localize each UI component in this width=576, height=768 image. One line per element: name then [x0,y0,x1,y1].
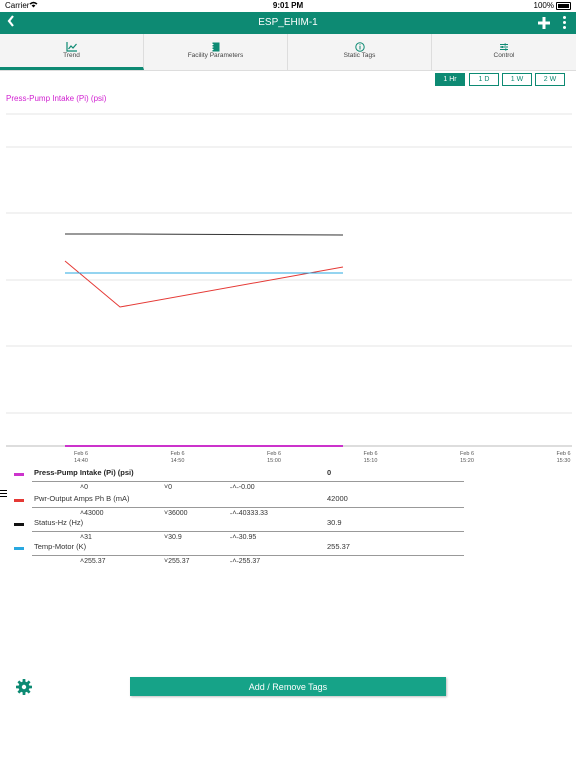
range-2w-button[interactable]: 2 W [535,73,565,86]
min-value: 255.37 [168,558,190,565]
min-value: 0 [168,484,172,491]
series-line [65,233,344,236]
tab-trend[interactable]: Trend [0,34,144,70]
x-tick-date: Feb 6 [74,451,88,457]
min-stat: ˅30.9 [164,534,182,541]
series-swatch [14,547,24,550]
max-value: 255.37 [84,558,106,565]
avg-stat: ˗˄˗30.95 [230,534,256,541]
status-bar: Carrier 9:01 PM 100% [0,0,576,12]
clock: 9:01 PM [272,1,304,10]
line-chart-icon [65,39,78,52]
avg-value: 30.95 [238,534,257,541]
x-tick-time: 15:30 [557,458,571,464]
row-divider [32,507,464,508]
info-icon [354,39,366,52]
max-stat: ˄0 [80,484,88,491]
pulse-icon: ˗˄˗ [230,534,239,541]
x-tick-date: Feb 6 [556,451,570,457]
pulse-icon: ˗˄˗ [230,558,239,565]
kebab-icon[interactable] [563,16,567,31]
x-tick-date: Feb 6 [460,451,474,457]
max-stat: ˄31 [80,534,92,541]
avg-value: -0.00 [238,484,255,491]
tab-static-tags[interactable]: Static Tags [288,34,432,70]
pulse-icon: ˗˄˗ [230,484,239,491]
min-stat: ˅36000 [164,510,188,517]
series-swatch [14,473,24,476]
range-1w-button[interactable]: 1 W [502,73,532,86]
max-value: 31 [84,534,92,541]
min-value: 30.9 [168,534,182,541]
notebook-icon [210,39,222,52]
max-stat: ˄255.37 [80,558,106,565]
series-swatch [14,523,24,526]
avg-stat: ˗˄˗255.37 [230,558,260,565]
tab-control[interactable]: Control [432,34,576,70]
min-stat: ˅0 [164,484,172,491]
max-value: 0 [84,484,88,491]
x-tick-time: 15:20 [460,458,474,464]
legend-row[interactable]: Temp-Motor (K) 255.37 ˄255.37 ˅255.37 ˗˄˗255… [14,542,464,568]
series-current-value: 30.9 [327,518,342,527]
tab-label: Control [493,52,515,59]
x-tick-time: 15:00 [267,458,281,464]
avg-stat: ˗˄˗-0.00 [230,484,255,491]
series-name: Press-Pump Intake (Pi) (psi) [34,468,134,477]
series-current-value: 0 [327,468,332,477]
series-current-value: 42000 [327,494,348,503]
trend-chart[interactable]: Feb 614:40Feb 614:50Feb 615:00Feb 615:10… [0,100,576,468]
pulse-icon: ˗˄˗ [230,510,239,517]
range-1hr-button[interactable]: 1 Hr [435,73,465,86]
tab-label: Facility Parameters [187,52,244,59]
avg-value: 255.37 [238,558,261,565]
max-value: 43000 [84,510,104,517]
x-tick-time: 14:50 [171,458,185,464]
tab-bar: Trend Facility Parameters Static Tags Co… [0,34,576,71]
avg-value: 40333.33 [238,510,268,517]
page-title: ESP_EHIM-1 [258,17,318,28]
min-value: 36000 [168,510,188,517]
series-name: Temp-Motor (K) [34,542,87,551]
x-tick-time: 14:40 [74,458,88,464]
min-stat: ˅255.37 [164,558,190,565]
x-tick-date: Feb 6 [170,451,184,457]
tab-facility-parameters[interactable]: Facility Parameters [144,34,288,70]
add-remove-tags-button[interactable]: Add / Remove Tags [130,677,446,696]
gear-icon[interactable] [15,678,33,696]
series-name: Pwr-Output Amps Ph B (mA) [34,494,130,503]
series-line [64,260,344,308]
series-current-value: 255.37 [327,542,350,551]
x-tick-date: Feb 6 [267,451,281,457]
battery-icon [556,2,571,10]
legend-row[interactable]: Status-Hz (Hz) 30.9 ˄31 ˅30.9 ˗˄˗30.95 [14,518,464,544]
avg-stat: ˗˄˗40333.33 [230,510,268,517]
series-swatch [14,499,24,502]
plus-icon[interactable] [538,12,550,34]
battery-percent: 100% [533,1,554,10]
max-stat: ˄43000 [80,510,104,517]
sliders-icon [498,39,510,51]
x-tick-time: 15:10 [364,458,378,464]
row-divider [32,531,464,532]
tab-label: Static Tags [343,52,376,59]
x-tick-date: Feb 6 [363,451,377,457]
row-divider [32,481,464,482]
drag-handle-icon[interactable] [0,490,7,499]
tab-label: Trend [63,52,80,59]
legend-row[interactable]: Press-Pump Intake (Pi) (psi) 0 ˄0 ˅0 ˗˄˗-0.0… [14,468,464,494]
app-header: ESP_EHIM-1 [0,12,576,34]
series-name: Status-Hz (Hz) [34,518,84,527]
range-1d-button[interactable]: 1 D [469,73,499,86]
row-divider [32,555,464,556]
legend-row[interactable]: Pwr-Output Amps Ph B (mA) 42000 ˄43000 ˅360… [14,494,464,520]
